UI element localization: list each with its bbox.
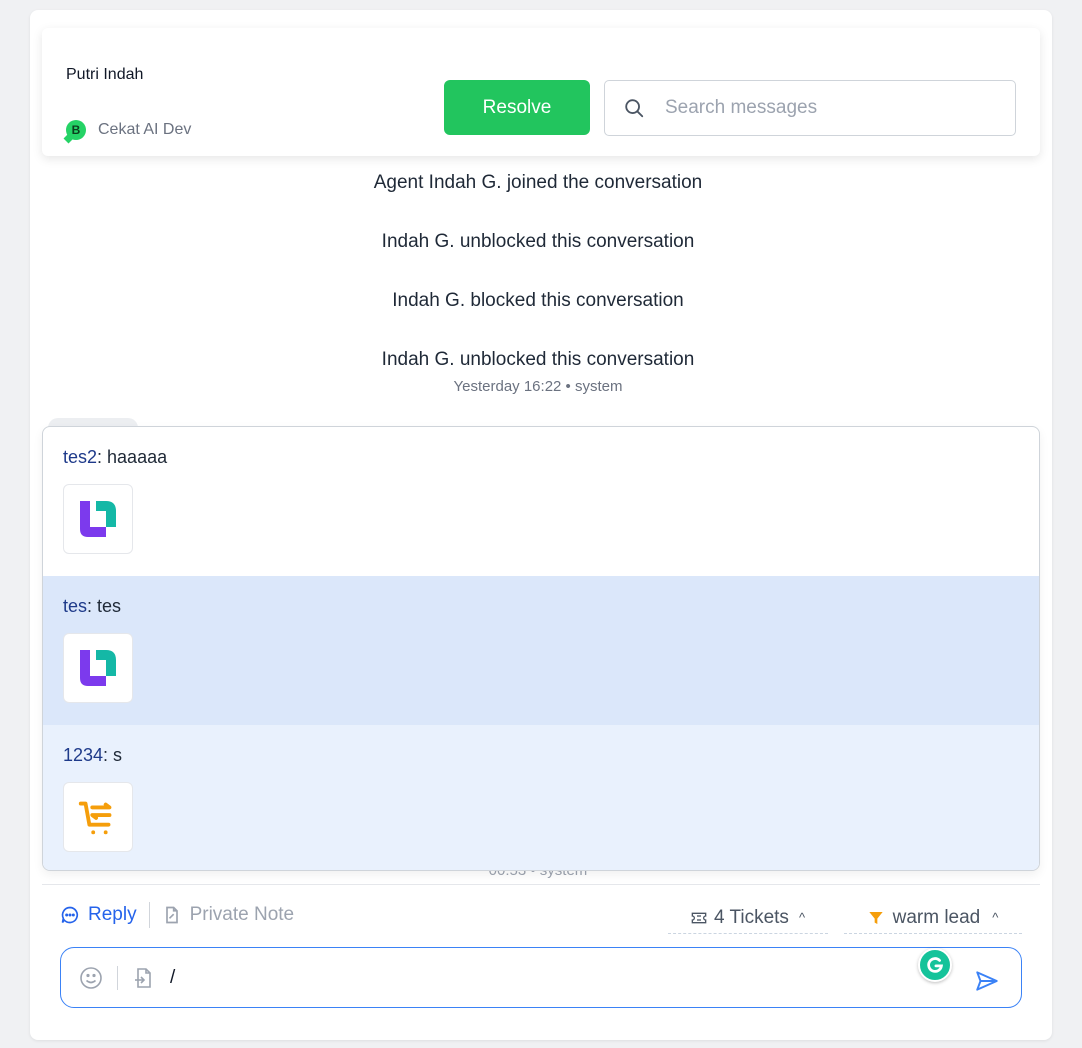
funnel-icon — [868, 911, 883, 924]
send-icon[interactable] — [974, 968, 1000, 994]
channel-name: Cekat AI Dev — [98, 121, 192, 138]
search-input[interactable] — [665, 97, 985, 119]
system-event: Indah G. blocked this conversation — [392, 290, 684, 311]
tab-reply[interactable]: Reply — [60, 904, 137, 926]
cart-icon — [63, 782, 133, 852]
ticket-icon — [691, 912, 707, 923]
grammarly-icon[interactable] — [918, 948, 952, 982]
tab-private-note-label: Private Note — [189, 904, 295, 925]
lead-stage-dropdown[interactable]: warm lead ^ — [844, 902, 1022, 934]
template-suggestion-selected[interactable]: tes: tes — [43, 576, 1039, 725]
message-composer[interactable] — [60, 947, 1022, 1008]
suggestion-text: : s — [103, 745, 123, 765]
template-suggestion[interactable]: 1234: s — [43, 725, 1039, 870]
template-suggestions-dropdown: tes2: haaaaa tes: tes 1234: s — [42, 426, 1040, 871]
tab-reply-label: Reply — [88, 904, 137, 925]
tab-separator — [148, 902, 150, 928]
conversation-panel: Putri Indah B Cekat AI Dev Resolve Agent… — [30, 10, 1052, 1040]
emoji-icon[interactable] — [79, 966, 103, 990]
system-event: Indah G. unblocked this conversation — [381, 349, 695, 370]
system-event: Agent Indah G. joined the conversation — [373, 172, 703, 193]
conversation-header: Putri Indah B Cekat AI Dev Resolve — [42, 28, 1040, 156]
channel-info: B Cekat AI Dev — [66, 120, 191, 140]
chevron-up-icon: ^ — [798, 910, 806, 925]
note-icon — [165, 906, 178, 924]
message-input[interactable] — [170, 966, 870, 989]
whatsapp-business-icon: B — [66, 120, 86, 140]
lead-stage-label: warm lead — [892, 906, 981, 928]
composer-separator — [117, 965, 118, 990]
tickets-label: 4 Tickets — [713, 906, 789, 928]
attach-file-icon[interactable] — [132, 966, 156, 990]
tickets-dropdown[interactable]: 4 Tickets ^ — [668, 902, 828, 934]
event-timestamp: Yesterday 16:22 • system — [453, 378, 623, 395]
resolve-button[interactable]: Resolve — [444, 80, 590, 135]
app-logo-icon — [63, 633, 133, 703]
composer-divider — [42, 884, 1040, 885]
system-events: Agent Indah G. joined the conversation I… — [30, 170, 1046, 395]
composer-tabs: Reply Private Note — [60, 902, 294, 928]
tab-private-note[interactable]: Private Note — [162, 904, 295, 926]
search-messages-field[interactable] — [604, 80, 1016, 136]
suggestion-shortcut: 1234 — [63, 745, 104, 765]
suggestion-shortcut: tes2 — [63, 447, 98, 467]
system-event: Indah G. unblocked this conversation — [381, 231, 695, 252]
chat-bubble-icon — [61, 906, 79, 924]
chevron-up-icon: ^ — [992, 910, 999, 925]
app-logo-icon — [63, 484, 133, 554]
search-icon — [625, 99, 644, 118]
template-suggestion[interactable]: tes2: haaaaa — [43, 427, 1039, 576]
suggestion-shortcut: tes — [63, 596, 88, 616]
suggestion-text: : tes — [87, 596, 122, 616]
contact-name[interactable]: Putri Indah — [66, 66, 143, 84]
suggestion-text: : haaaaa — [97, 447, 168, 467]
